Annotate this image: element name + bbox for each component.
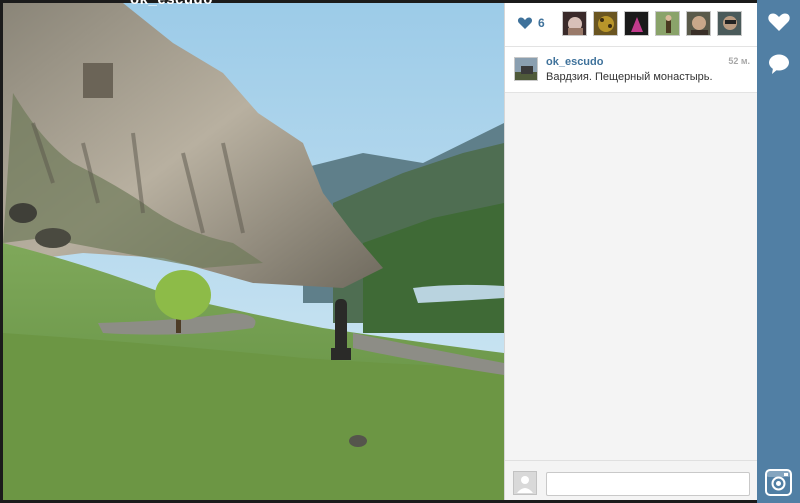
avatar[interactable] <box>514 57 538 81</box>
like-count[interactable]: 6 <box>538 16 545 30</box>
caption-comment: ok_escudo 52 м. Вардзия. Пещерный монаст… <box>505 47 758 93</box>
action-sidebar <box>757 0 800 503</box>
liker-avatar[interactable] <box>655 11 680 36</box>
post-photo[interactable] <box>3 3 504 500</box>
photo-overlay-text: ok_escudo <box>130 0 213 8</box>
comment-composer <box>505 460 758 500</box>
post-side-panel: 6 ok_escudo 52 м. Вардзия. Пещерный мона… <box>504 3 758 500</box>
speech-bubble-icon[interactable] <box>765 50 793 78</box>
comment-timestamp: 52 м. <box>728 56 750 66</box>
heart-icon[interactable] <box>517 15 533 31</box>
liker-avatar[interactable] <box>593 11 618 36</box>
heart-icon[interactable] <box>765 8 793 36</box>
liker-avatar[interactable] <box>624 11 649 36</box>
comment-username[interactable]: ok_escudo <box>546 56 603 68</box>
instagram-icon[interactable] <box>765 469 792 496</box>
landscape-image <box>3 3 504 500</box>
photo-viewer: ok_escudo 6 <box>0 0 800 503</box>
current-user-avatar <box>513 471 537 495</box>
liker-avatar[interactable] <box>562 11 587 36</box>
comment-input[interactable] <box>546 472 750 496</box>
liker-avatar[interactable] <box>717 11 742 36</box>
liker-avatar[interactable] <box>686 11 711 36</box>
likes-bar: 6 <box>505 3 758 47</box>
comment-text: Вардзия. Пещерный монастырь. <box>546 71 713 83</box>
